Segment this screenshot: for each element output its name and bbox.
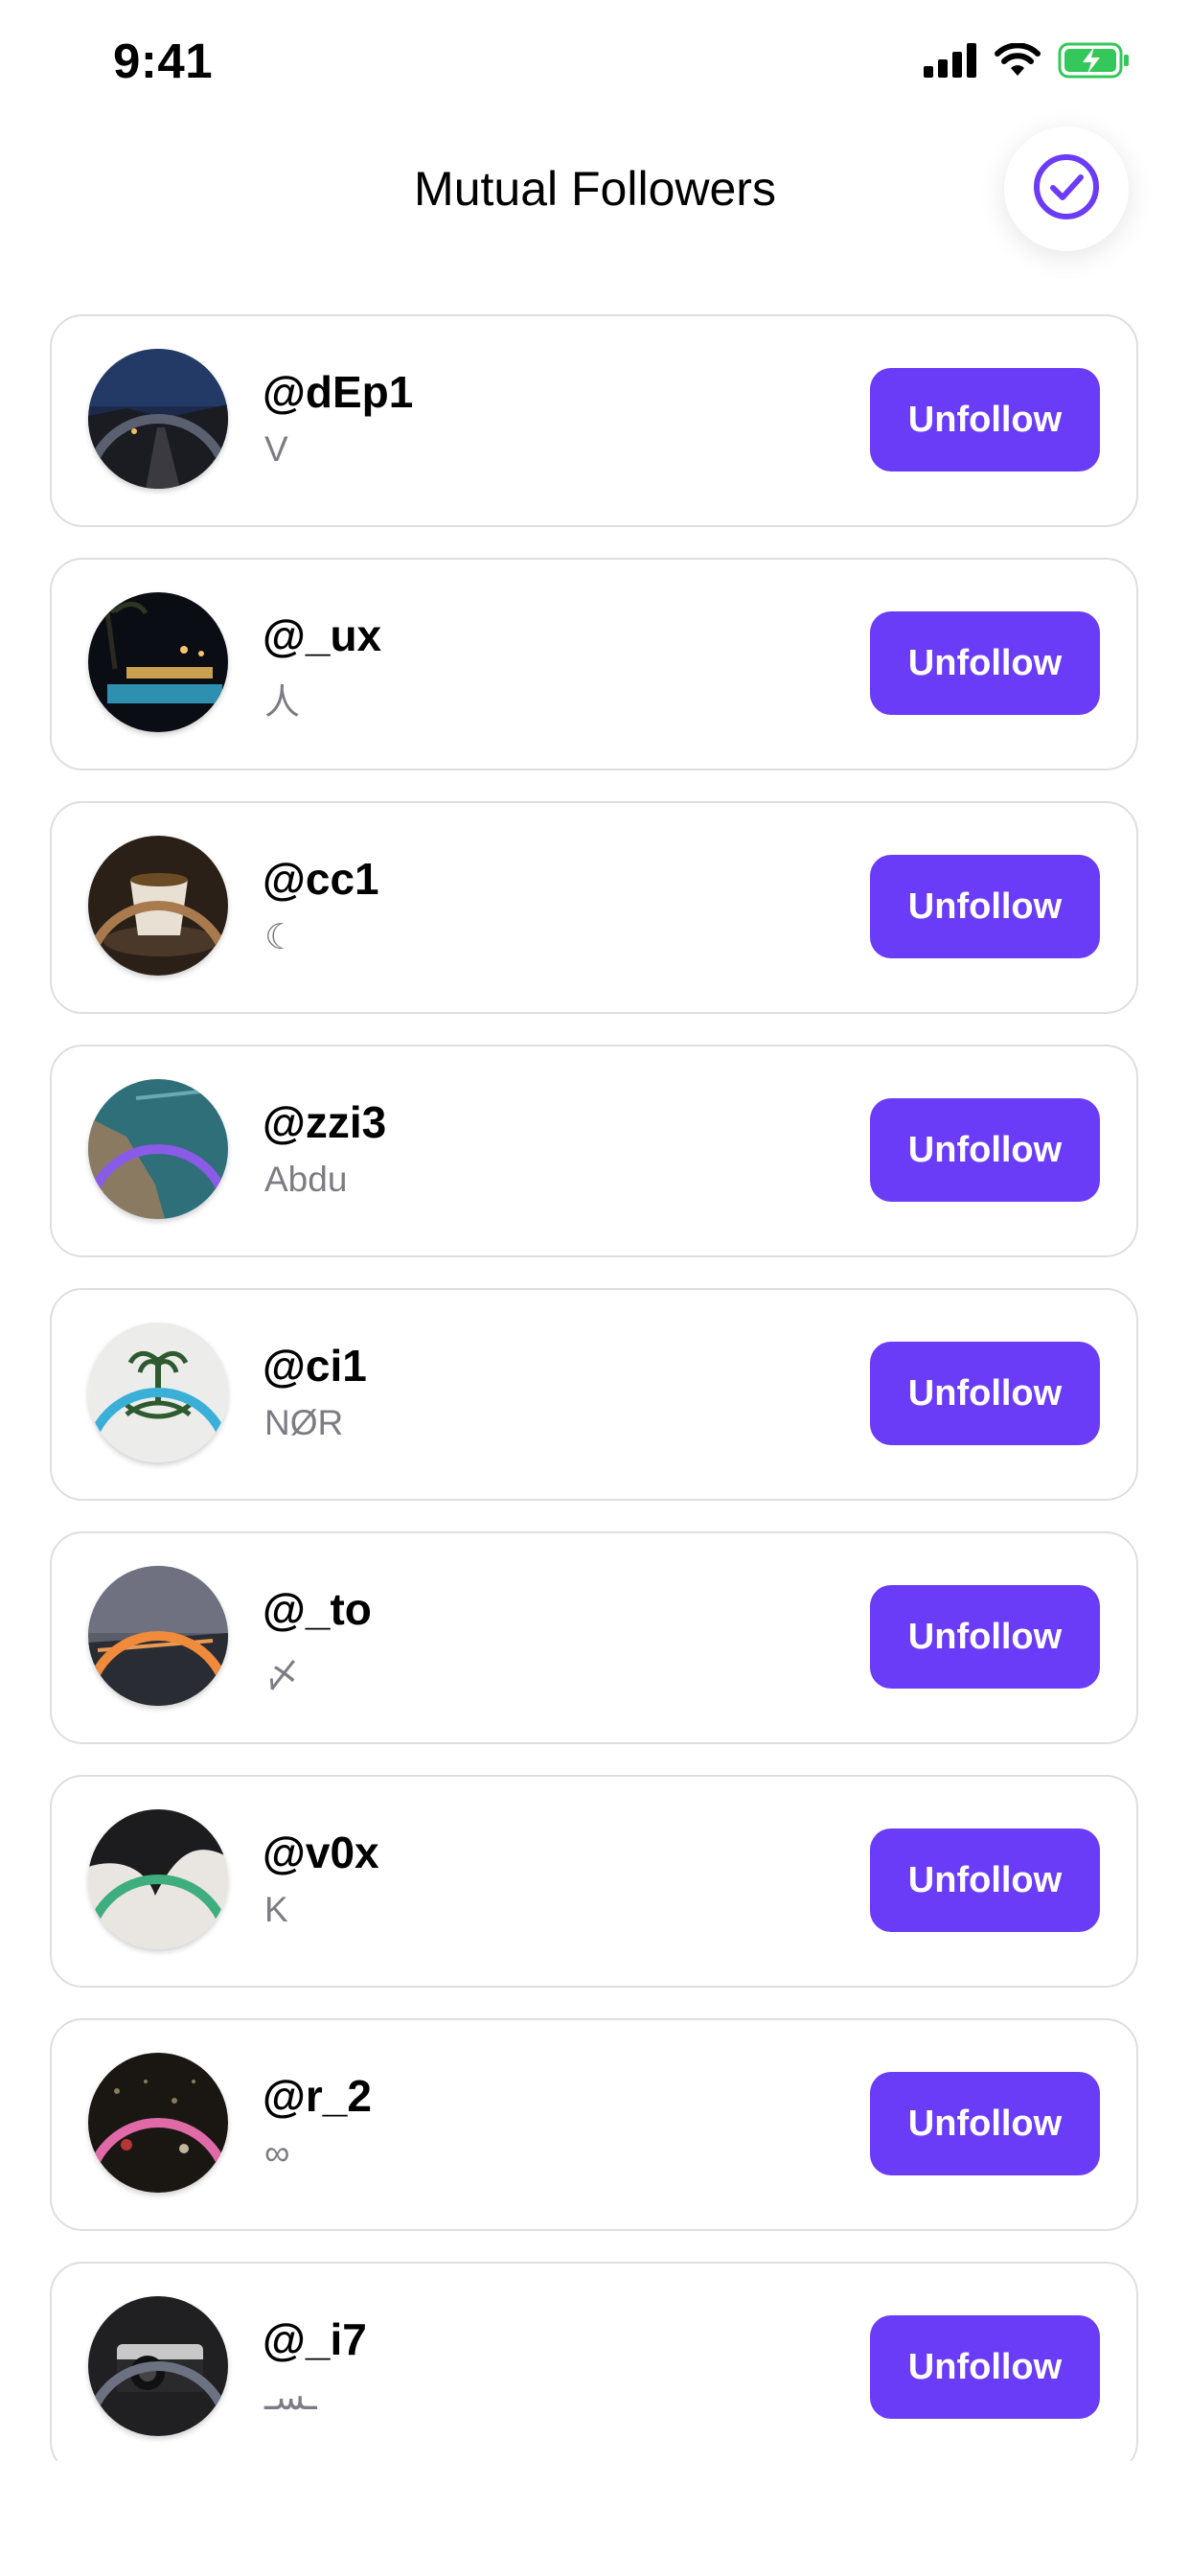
follower-display-name: ـسـ	[264, 2378, 317, 2417]
avatar[interactable]	[88, 2296, 228, 2436]
avatar[interactable]	[88, 1809, 228, 1949]
follower-username: @r_2	[263, 2071, 372, 2121]
follower-card: @v0x K Unfollow	[50, 1775, 1138, 1988]
follower-username: @_i7	[263, 2314, 367, 2364]
follower-display-name: Abdu	[264, 1160, 348, 1199]
follower-card: @_i7 ـسـ Unfollow	[50, 2262, 1138, 2461]
follower-username: @_to	[263, 1584, 372, 1634]
avatar[interactable]	[88, 2053, 228, 2193]
avatar[interactable]	[88, 1566, 228, 1706]
unfollow-button[interactable]: Unfollow	[870, 855, 1100, 958]
avatar[interactable]	[88, 836, 228, 976]
wifi-icon	[995, 42, 1041, 82]
follower-username: @dEp1	[263, 367, 414, 417]
follower-username: @cc1	[263, 854, 379, 904]
follower-username: @ci1	[263, 1341, 367, 1391]
battery-charging-icon	[1058, 42, 1131, 83]
follower-username: @zzi3	[263, 1097, 387, 1147]
follower-display-name: V	[264, 429, 288, 469]
avatar[interactable]	[88, 349, 228, 489]
unfollow-button[interactable]: Unfollow	[870, 2315, 1100, 2419]
follower-display-name: 人	[264, 682, 300, 722]
signal-icon	[924, 43, 977, 82]
followers-list[interactable]: @dEp1 V Unfollow @_ux 人 Unfollow @cc1 ☾ …	[50, 314, 1138, 2461]
avatar[interactable]	[88, 592, 228, 732]
follower-card: @zzi3 Abdu Unfollow	[50, 1045, 1138, 1257]
unfollow-button[interactable]: Unfollow	[870, 1585, 1100, 1689]
follower-display-name: 〆	[264, 1656, 300, 1695]
follower-display-name: ☾	[264, 917, 297, 956]
unfollow-button[interactable]: Unfollow	[870, 1342, 1100, 1445]
follower-card: @_to 〆 Unfollow	[50, 1531, 1138, 1744]
follower-display-name: K	[264, 1890, 288, 1929]
status-time: 9:41	[113, 34, 214, 88]
check-circle-icon	[1032, 152, 1101, 226]
follower-card: @ci1 NØR Unfollow	[50, 1288, 1138, 1501]
follower-card: @r_2 ∞ Unfollow	[50, 2018, 1138, 2231]
unfollow-button[interactable]: Unfollow	[870, 1828, 1100, 1932]
follower-username: @v0x	[263, 1828, 379, 1877]
unfollow-button[interactable]: Unfollow	[870, 611, 1100, 715]
follower-display-name: ∞	[264, 2133, 290, 2173]
unfollow-button[interactable]: Unfollow	[870, 2072, 1100, 2175]
unfollow-button[interactable]: Unfollow	[870, 368, 1100, 472]
follower-card: @cc1 ☾ Unfollow	[50, 801, 1138, 1014]
unfollow-button[interactable]: Unfollow	[870, 1098, 1100, 1202]
follower-username: @_ux	[263, 610, 382, 660]
avatar[interactable]	[88, 1322, 228, 1462]
follower-display-name: NØR	[264, 1403, 344, 1442]
avatar[interactable]	[88, 1079, 228, 1219]
follower-card: @_ux 人 Unfollow	[50, 558, 1138, 770]
follower-card: @dEp1 V Unfollow	[50, 314, 1138, 527]
status-bar: 9:41	[0, 0, 1190, 134]
confirm-button[interactable]	[1004, 126, 1129, 251]
status-icons	[924, 42, 1131, 83]
